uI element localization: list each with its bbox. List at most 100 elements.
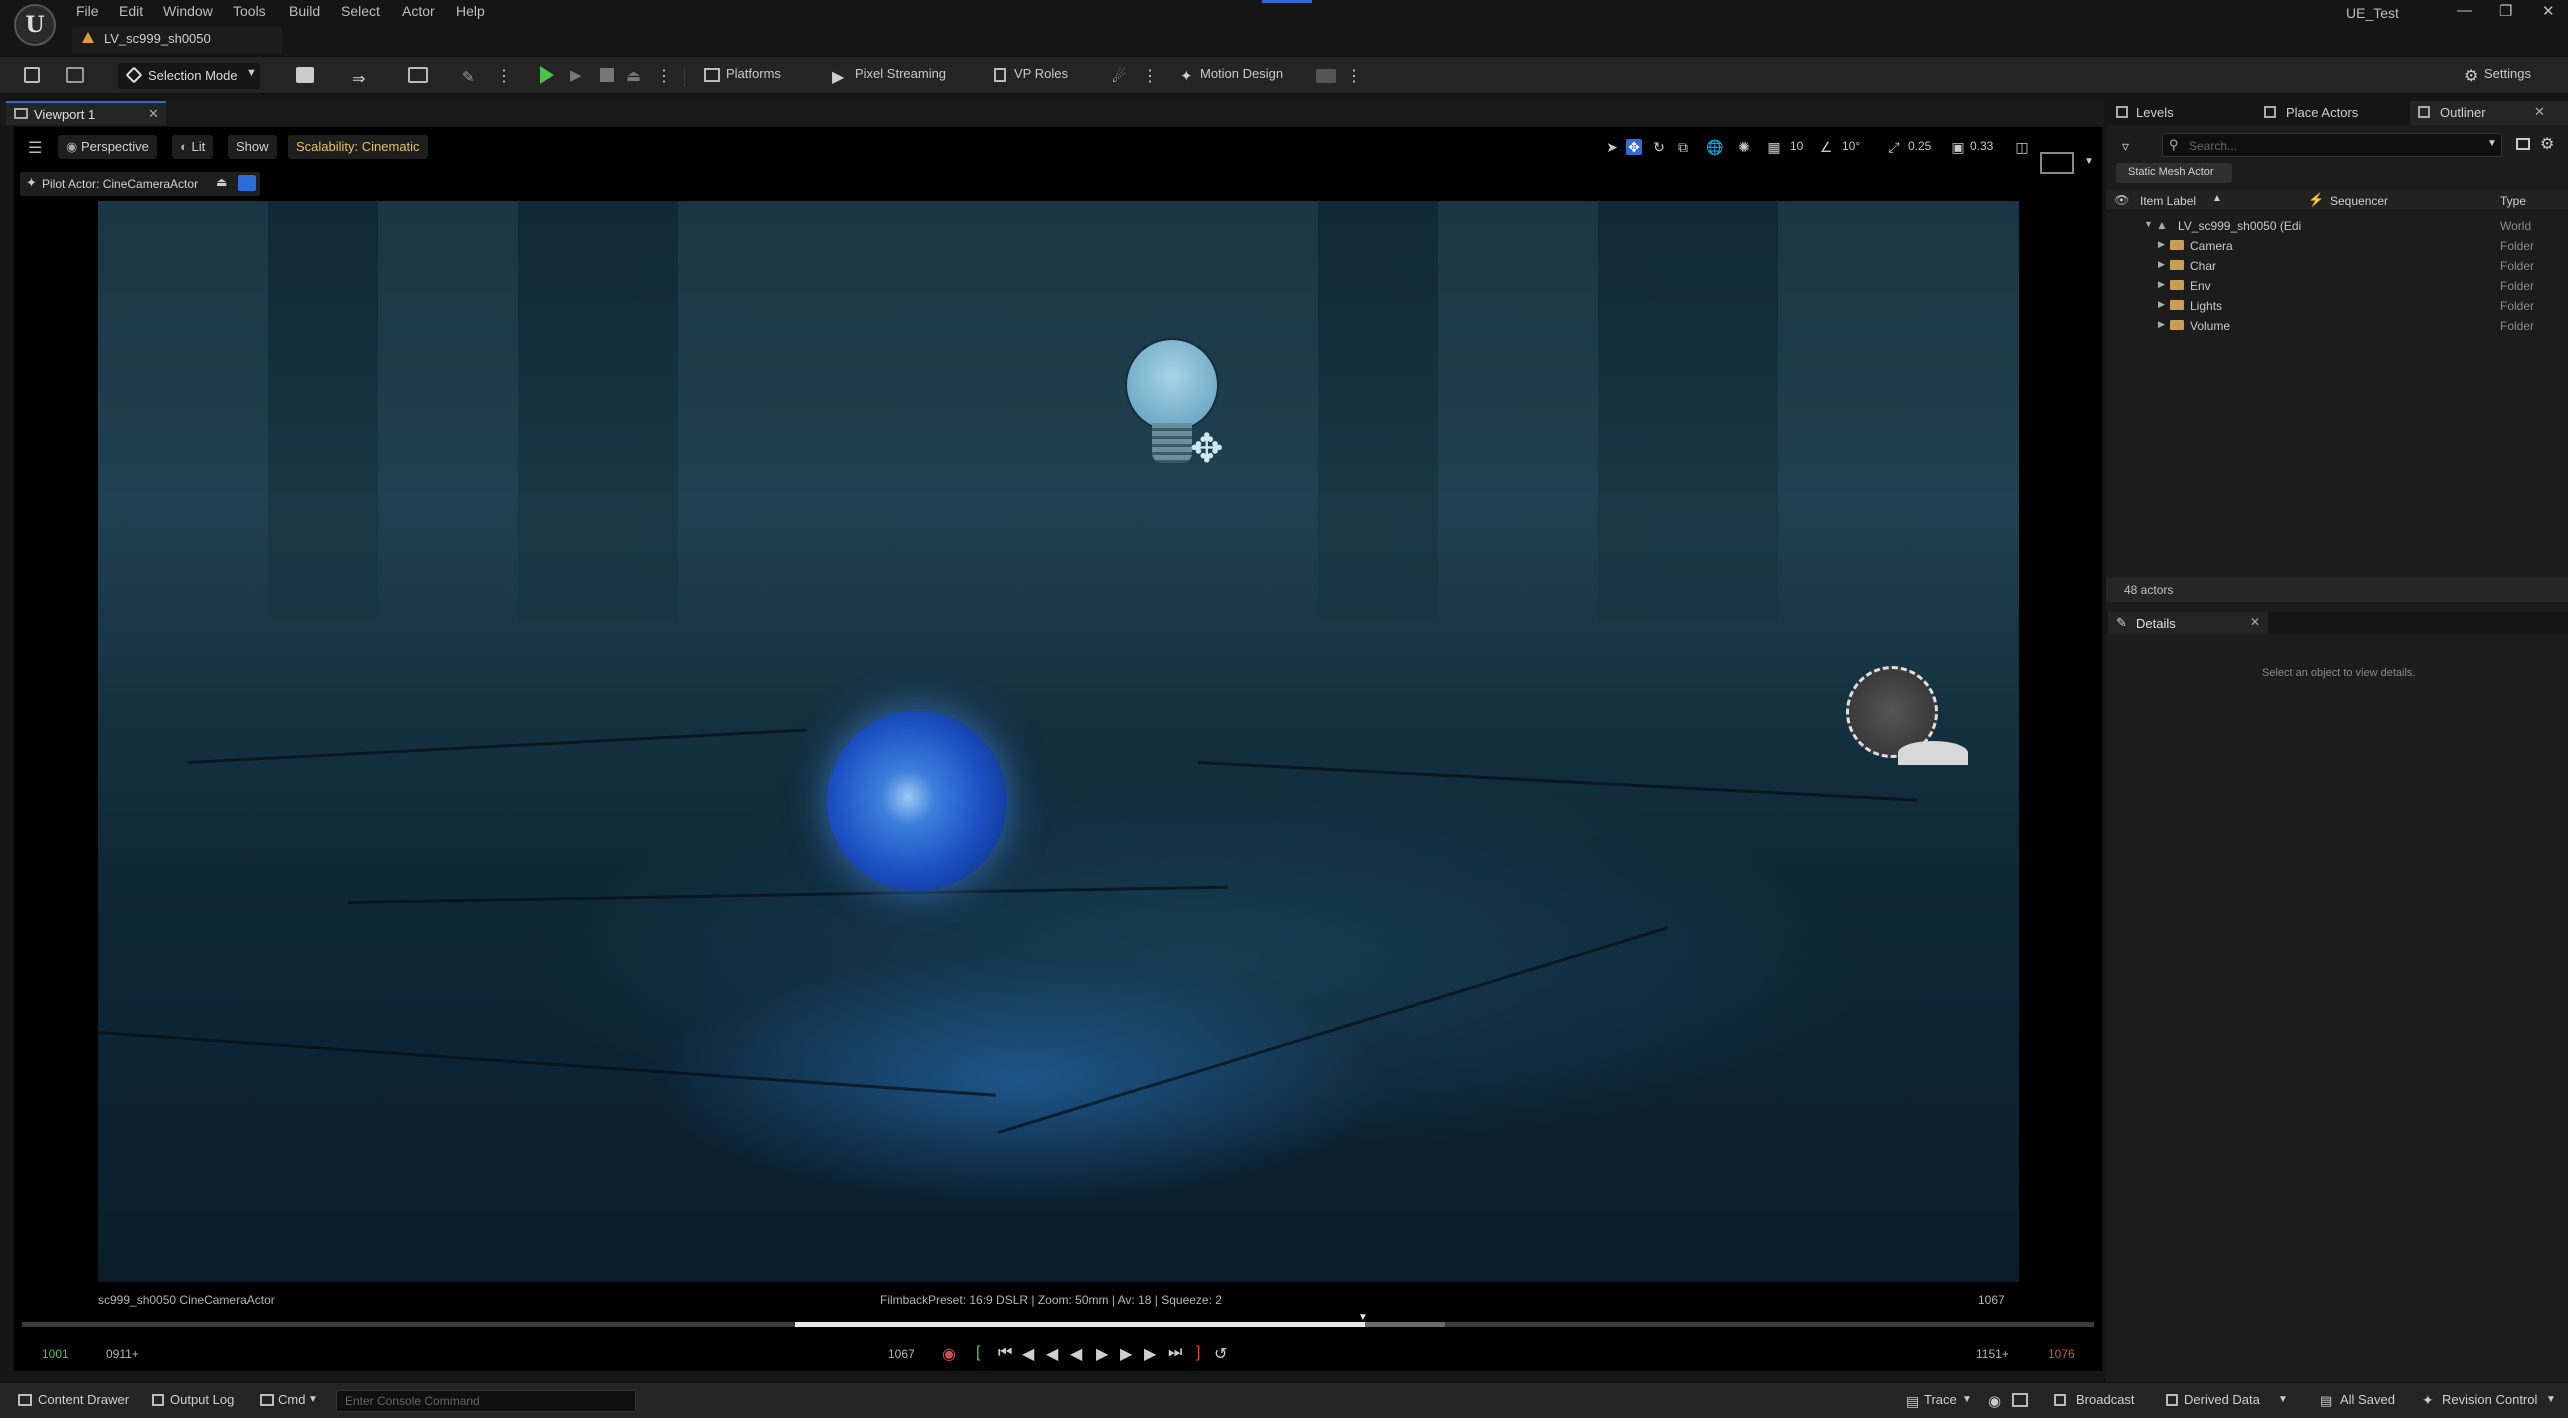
column-sequencer[interactable]: Sequencer [2330,194,2388,208]
next-key-icon[interactable]: ▶ [1144,1344,1156,1364]
loop-icon[interactable]: ↺ [1214,1344,1227,1364]
viewport-layout-icon[interactable] [2040,152,2074,174]
tab-place-actors[interactable]: Place Actors [2286,105,2358,120]
close-tab-icon[interactable]: ✕ [148,106,159,122]
content-drawer-button[interactable]: Content Drawer [38,1392,129,1407]
expand-arrow-icon[interactable]: ▶ [2158,239,2165,250]
cmd-dropdown[interactable]: Cmd [278,1392,305,1407]
blueprint-icon[interactable]: ⇒ [352,69,365,89]
expand-arrow-icon[interactable]: ▶ [2158,299,2165,310]
unreal-logo-icon[interactable]: U [14,4,56,46]
close-window-icon[interactable]: ✕ [2542,2,2555,20]
platforms-button[interactable]: Platforms [726,66,781,81]
broadcast-button[interactable]: Broadcast [2076,1392,2135,1407]
restore-icon[interactable]: ❐ [2499,2,2512,20]
more-options-icon-2[interactable]: ⋮ [1142,66,1158,86]
all-saved-button[interactable]: All Saved [2340,1392,2395,1407]
filter-chip[interactable]: Static Mesh Actor [2116,163,2232,183]
show-button[interactable]: Show [228,135,277,159]
set-start-icon[interactable]: [ [976,1344,980,1362]
tab-outliner[interactable]: Outliner [2440,105,2486,120]
scalability-badge[interactable]: Scalability: Cinematic [288,135,428,159]
more-options-icon[interactable]: ⋮ [496,66,512,86]
step-forward-icon[interactable]: ▶ [1120,1344,1132,1364]
filter-icon[interactable]: ▿ [2122,138,2129,155]
eject-pilot-icon[interactable]: ⏏ [216,175,227,189]
outliner-root-row[interactable]: ▼ ▲ LV_sc999_sh0050 (Edi World [2106,215,2568,235]
console-input[interactable]: Enter Console Command [336,1390,636,1412]
minimize-icon[interactable]: — [2457,2,2472,19]
menu-build[interactable]: Build [289,3,320,19]
jump-start-icon[interactable]: ⏮ [998,1344,1012,1362]
close-details-icon[interactable]: ✕ [2250,615,2260,629]
playback-start-frame[interactable]: 0911+ [106,1347,139,1361]
camera-speed-icon[interactable]: ▣ [1950,139,1966,155]
camera-lock-icon[interactable] [238,175,256,191]
details-tab[interactable]: ✎ Details ✕ [2108,612,2268,634]
play-forward-icon[interactable]: ▶ [1096,1344,1108,1364]
step-icon[interactable]: ▶ [570,66,582,84]
menu-select[interactable]: Select [341,3,380,19]
scale-tool-icon[interactable]: ⧉ [1675,139,1691,155]
world-space-icon[interactable]: 🌐 [1706,139,1723,155]
modeling-icon[interactable]: ✎ [462,68,475,86]
surface-snap-icon[interactable]: ✺ [1736,139,1752,155]
add-actor-icon[interactable] [296,67,314,83]
end-frame[interactable]: 1076 [2048,1347,2075,1361]
add-folder-icon[interactable] [2516,138,2530,150]
search-input[interactable]: Search... [2189,139,2237,153]
menu-edit[interactable]: Edit [119,3,143,19]
play-options-icon[interactable]: ⋮ [656,66,672,86]
chevron-down-icon[interactable]: ▼ [2487,138,2497,149]
menu-file[interactable]: File [76,3,99,19]
chevron-down-icon[interactable]: ▼ [2546,1394,2556,1405]
list-item[interactable]: ▶ Char Folder [2106,255,2568,275]
current-frame[interactable]: 1067 [888,1347,915,1361]
layout-icon[interactable]: ◫ [2014,139,2030,155]
motion-design-button[interactable]: Motion Design [1200,66,1283,81]
settings-button[interactable]: Settings [2484,66,2531,81]
step-back-icon[interactable]: ◀ [1046,1344,1058,1364]
close-outliner-icon[interactable]: ✕ [2534,104,2545,120]
screenshot-icon[interactable] [2012,1393,2028,1407]
translate-tool-icon[interactable]: ✥ [1626,139,1642,155]
list-item[interactable]: ▶ Volume Folder [2106,315,2568,335]
record-icon[interactable]: ◉ [942,1344,956,1364]
rotation-snap-value[interactable]: 10° [1842,139,1860,153]
visibility-header-icon[interactable]: 👁 [2114,193,2129,207]
expand-arrow-icon[interactable]: ▼ [2144,219,2153,229]
list-item[interactable]: ▶ Env Folder [2106,275,2568,295]
selection-mode-dropdown[interactable]: Selection Mode ▼ [118,63,260,89]
jump-end-icon[interactable]: ⏭ [1168,1344,1182,1362]
chevron-down-icon[interactable]: ▼ [1962,1394,1972,1405]
camera-speed-value[interactable]: 0.33 [1970,139,1993,153]
derived-data-button[interactable]: Derived Data [2184,1392,2260,1407]
column-type[interactable]: Type [2500,194,2526,208]
set-end-icon[interactable]: ] [1196,1344,1200,1362]
grid-snap-icon[interactable]: ▦ [1766,139,1782,155]
expand-arrow-icon[interactable]: ▶ [2158,279,2165,290]
move-gizmo-icon[interactable]: ✥ [1190,429,1224,469]
level-tab[interactable]: LV_sc999_sh0050 [72,27,282,53]
perspective-button[interactable]: ◉ Perspective [58,135,157,159]
viewport-menu-icon[interactable]: ☰ [28,138,42,158]
start-frame[interactable]: 1001 [42,1347,69,1361]
menu-help[interactable]: Help [456,3,485,19]
menu-tools[interactable]: Tools [233,3,266,19]
viewport-tab[interactable]: Viewport 1 ✕ [6,101,166,125]
play-icon[interactable] [540,66,554,84]
scale-snap-value[interactable]: 0.25 [1908,139,1931,153]
previous-key-icon[interactable]: ◀ [1022,1344,1034,1364]
expand-arrow-icon[interactable]: ▶ [2158,319,2165,330]
rotate-tool-icon[interactable]: ↻ [1651,139,1667,155]
tab-levels[interactable]: Levels [2136,105,2174,120]
outliner-settings-icon[interactable]: ⚙ [2540,134,2554,154]
select-tool-icon[interactable]: ➤ [1604,139,1620,155]
record-trace-icon[interactable]: ◉ [1988,1392,2001,1410]
scene-render[interactable]: ✥ [98,201,2019,1282]
grid-snap-value[interactable]: 10 [1790,139,1803,153]
blue-sphere-mesh[interactable] [827,711,1007,891]
stop-icon[interactable] [600,68,614,82]
expand-arrow-icon[interactable]: ▶ [2158,259,2165,270]
chevron-down-icon[interactable]: ▼ [2278,1394,2288,1405]
